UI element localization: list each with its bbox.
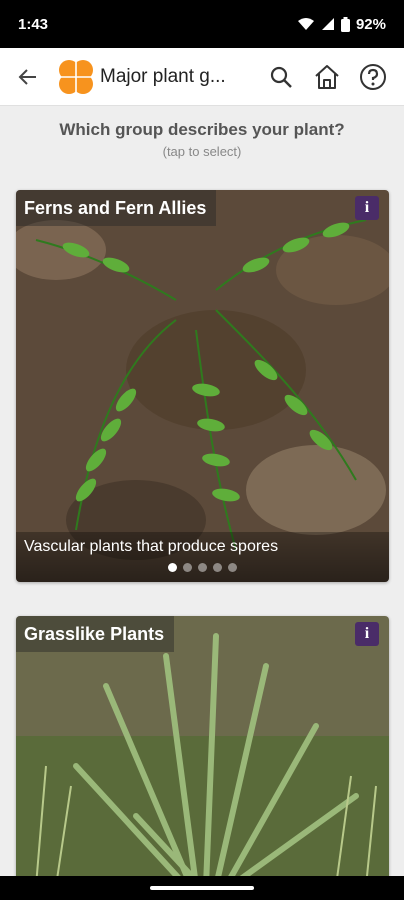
info-button[interactable]: i bbox=[355, 622, 379, 646]
back-arrow-icon bbox=[18, 68, 36, 85]
prompt-question: Which group describes your plant? bbox=[59, 120, 345, 139]
search-button[interactable] bbox=[258, 48, 304, 106]
status-time: 1:43 bbox=[18, 15, 49, 33]
info-button[interactable]: i bbox=[355, 196, 379, 220]
fern-photo bbox=[16, 190, 389, 582]
carousel-dot[interactable] bbox=[213, 563, 222, 572]
search-icon bbox=[270, 66, 292, 88]
status-bar: 1:43 92% bbox=[0, 0, 404, 48]
battery-icon bbox=[340, 16, 350, 32]
home-icon bbox=[315, 64, 339, 89]
card-title: Ferns and Fern Allies bbox=[16, 190, 217, 226]
system-nav-bar bbox=[0, 876, 404, 900]
app-logo bbox=[56, 57, 96, 97]
card-title: Grasslike Plants bbox=[16, 616, 175, 652]
signal-icon bbox=[321, 17, 335, 31]
wifi-icon bbox=[297, 17, 315, 31]
back-button[interactable] bbox=[0, 48, 56, 106]
help-icon bbox=[360, 63, 386, 90]
app-bar: Major plant g... bbox=[0, 48, 404, 106]
battery-percent: 92% bbox=[355, 15, 386, 33]
home-gesture-handle[interactable] bbox=[150, 886, 254, 890]
home-button[interactable] bbox=[304, 48, 350, 106]
help-button[interactable] bbox=[350, 48, 396, 106]
grass-photo bbox=[16, 616, 389, 886]
selection-prompt: Which group describes your plant? (tap t… bbox=[0, 106, 404, 172]
carousel-dot[interactable] bbox=[183, 563, 192, 572]
prompt-hint: (tap to select) bbox=[162, 144, 242, 159]
page-title: Major plant g... bbox=[100, 65, 226, 87]
carousel-indicator[interactable] bbox=[16, 563, 389, 572]
carousel-dot[interactable] bbox=[198, 563, 207, 572]
carousel-dot[interactable] bbox=[168, 563, 177, 572]
group-card-ferns[interactable]: Ferns and Fern Allies i Vascular plants … bbox=[16, 190, 389, 582]
carousel-dot[interactable] bbox=[228, 563, 237, 572]
card-description: Vascular plants that produce spores bbox=[24, 538, 279, 555]
group-card-grasslike[interactable]: Grasslike Plants i bbox=[16, 616, 389, 886]
